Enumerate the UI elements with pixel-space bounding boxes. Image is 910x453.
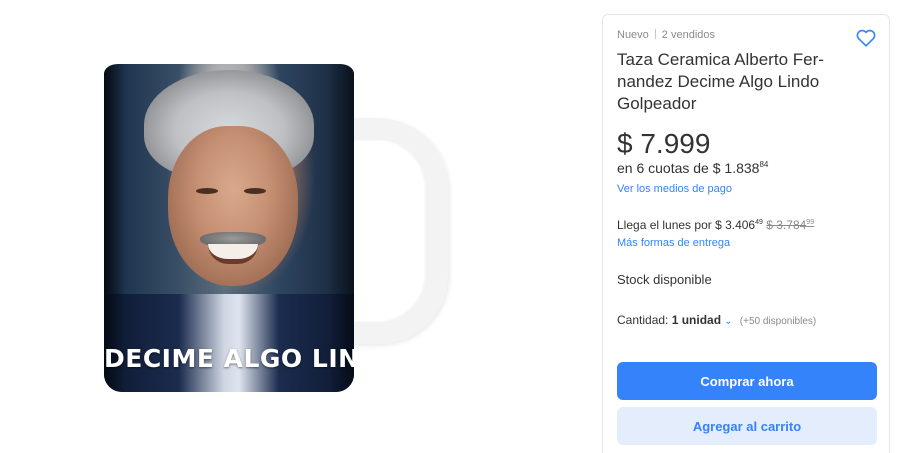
sold-count: 2 vendidos — [661, 29, 716, 41]
add-to-cart-button[interactable]: Agregar al carrito — [617, 407, 877, 445]
quantity-available: (+50 disponibles) — [739, 316, 817, 327]
payment-methods-link[interactable]: Ver los medios de pago — [617, 183, 732, 195]
delivery-info: Llega el lunes por $ 3.40649 $ 3.78499 — [617, 218, 814, 232]
mug-handle — [344, 118, 448, 344]
mug-caption: DECIME ALGO LINDO — [104, 344, 354, 373]
chevron-down-icon: ⌄ — [724, 316, 733, 327]
product-title: Taza Ceramica Alberto Fer-nandez Decime … — [617, 50, 824, 113]
product-price: $ 7.999 — [617, 128, 711, 159]
installments-info: en 6 cuotas de $ 1.83884 — [617, 160, 768, 176]
meta-divider — [654, 29, 656, 39]
quantity-value: 1 unidad — [671, 313, 722, 327]
quantity-label: Cantidad: — [617, 313, 669, 327]
product-meta: Nuevo 2 vendidos — [617, 29, 715, 41]
product-image[interactable]: DECIME ALGO LINDO — [100, 58, 460, 398]
product-gallery: DECIME ALGO LINDO — [0, 0, 600, 453]
quantity-selector[interactable]: Cantidad: 1 unidad ⌄ (+50 disponibles) — [617, 313, 816, 327]
heart-icon[interactable] — [855, 27, 877, 49]
stock-status: Stock disponible — [617, 272, 712, 287]
more-delivery-options-link[interactable]: Más formas de entrega — [617, 237, 730, 249]
mug-body: DECIME ALGO LINDO — [104, 64, 354, 392]
condition-label: Nuevo — [617, 29, 649, 41]
delivery-text: Llega el lunes por $ 3.406 — [617, 218, 756, 232]
buy-box: Nuevo 2 vendidos Taza Ceramica Alberto Fe… — [602, 14, 890, 453]
delivery-old-price: $ 3.78499 — [766, 218, 815, 232]
installments-text: en 6 cuotas de $ 1.838 — [617, 160, 760, 176]
delivery-cents: 49 — [755, 219, 763, 226]
buy-now-button[interactable]: Comprar ahora — [617, 362, 877, 400]
installments-cents: 84 — [759, 160, 769, 169]
